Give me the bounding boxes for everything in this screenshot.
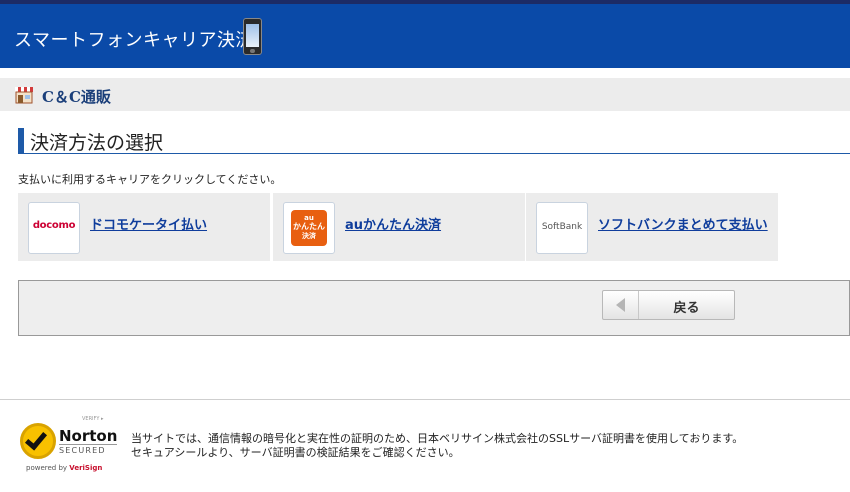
docomo-payment-link[interactable]: ドコモケータイ払い	[90, 214, 207, 233]
instruction-text: 支払いに利用するキャリアをクリックしてください。	[18, 173, 282, 186]
shop-name: C＆C通販	[42, 88, 111, 106]
section-heading: 決済方法の選択	[18, 128, 850, 154]
au-payment-link[interactable]: auかんたん決済	[345, 214, 441, 233]
norton-check-icon	[20, 423, 56, 459]
carrier-docomo[interactable]: docomo ドコモケータイ払い	[18, 193, 270, 261]
header-bar: スマートフォンキャリア決済	[0, 4, 850, 68]
back-button-label: 戻る	[673, 301, 700, 316]
au-logo-icon[interactable]: au かんたん 決済	[283, 202, 335, 254]
shop-icon	[15, 87, 33, 104]
header-title: スマートフォンキャリア決済	[14, 30, 254, 51]
carrier-list: docomo ドコモケータイ払い au かんたん 決済 auかんたん決済 Sof…	[18, 193, 780, 261]
back-button[interactable]: 戻る	[602, 290, 735, 320]
ssl-notice: 当サイトでは、通信情報の暗号化と実在性の証明のため、日本ベリサイン株式会社のSS…	[131, 432, 743, 460]
softbank-logo-icon[interactable]: SoftBank	[536, 202, 588, 254]
softbank-payment-link[interactable]: ソフトバンクまとめて支払い	[598, 214, 768, 233]
ssl-notice-line-2: セキュアシールより、サーバ証明書の検証結果をご確認ください。	[131, 446, 460, 459]
back-arrow-cell	[603, 291, 639, 319]
heading-accent-bar	[18, 128, 24, 153]
smartphone-icon	[243, 18, 262, 55]
carrier-softbank[interactable]: SoftBank ソフトバンクまとめて支払い	[526, 193, 778, 261]
carrier-au[interactable]: au かんたん 決済 auかんたん決済	[273, 193, 525, 261]
left-triangle-icon	[616, 298, 625, 312]
ssl-notice-line-1: 当サイトでは、通信情報の暗号化と実在性の証明のため、日本ベリサイン株式会社のSS…	[131, 432, 744, 445]
docomo-logo-icon[interactable]: docomo	[28, 202, 80, 254]
shop-bar: C＆C通販	[0, 78, 850, 111]
section-title: 決済方法の選択	[30, 132, 164, 154]
footer-divider	[0, 399, 850, 400]
norton-secured-seal[interactable]: VERIFY ▸ Norton SECURED powered by VeriS…	[20, 416, 120, 476]
